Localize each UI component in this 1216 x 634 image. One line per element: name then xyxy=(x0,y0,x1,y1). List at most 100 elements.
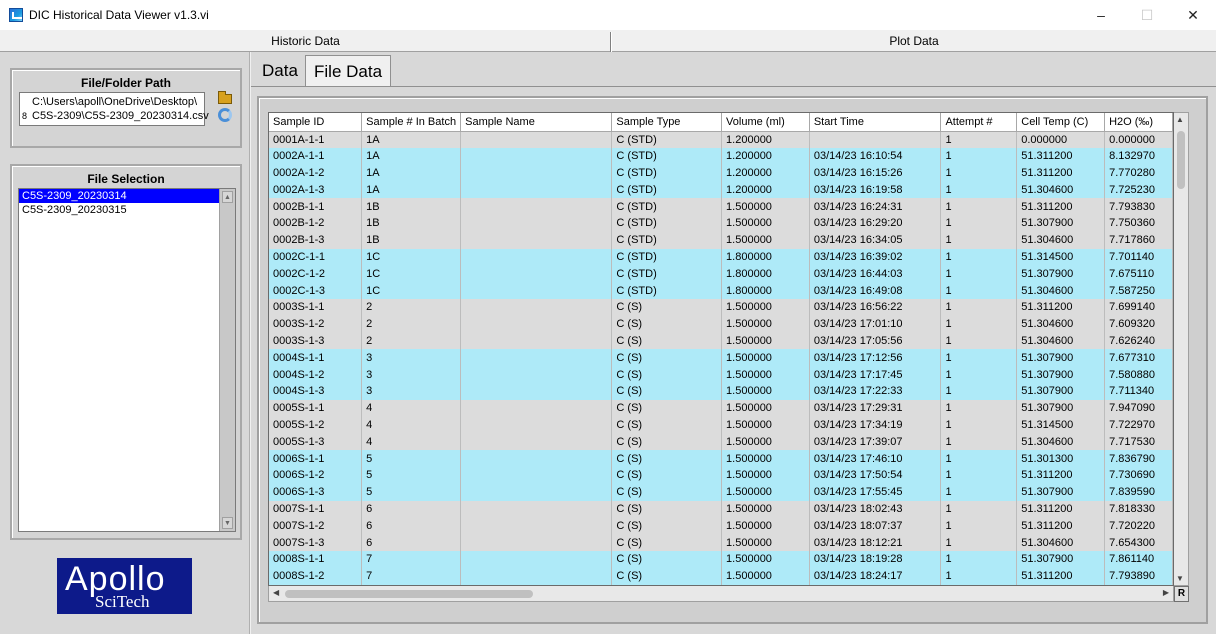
table-cell: 7.699140 xyxy=(1104,298,1173,316)
table-cell: 1 xyxy=(940,147,1018,165)
maximize-button[interactable]: ☐ xyxy=(1124,0,1170,30)
table-row[interactable]: 0002B-1-1 1B C (STD) 1.500000 03/14/23 16:24… xyxy=(269,198,1173,215)
table-row[interactable]: 0008S-1-1 7 C (S) 1.500000 03/14/23 18:19:28… xyxy=(269,550,1173,568)
col-header-h2o[interactable]: H2O (‰) xyxy=(1104,113,1173,132)
table-cell: 1A xyxy=(361,164,462,182)
scroll-down-icon[interactable]: ▼ xyxy=(222,517,233,529)
table-cell: 03/14/23 16:24:31 xyxy=(809,198,942,215)
file-folder-path-group: File/Folder Path 8 C:\Users\apoll\OneDri… xyxy=(10,68,242,148)
minimize-button[interactable]: – xyxy=(1078,0,1124,30)
table-cell: 1 xyxy=(940,366,1018,383)
table-cell: 51.307900 xyxy=(1016,550,1106,568)
table-cell: 51.307900 xyxy=(1016,265,1106,283)
table-cell: 51.304600 xyxy=(1016,534,1106,551)
table-row[interactable]: 0003S-1-1 2 C (S) 1.500000 03/14/23 16:56:22… xyxy=(269,298,1173,316)
tab-historic-data[interactable]: Historic Data xyxy=(0,30,611,52)
table-cell: 7.793830 xyxy=(1104,198,1173,215)
file-path-input[interactable]: 8 C:\Users\apoll\OneDrive\Desktop\ C5S-2… xyxy=(19,92,209,126)
table-row[interactable]: 0001A-1-1 1A C (STD) 1.200000 1 0.000000 0.000… xyxy=(269,131,1173,148)
table-row[interactable]: 0002B-1-3 1B C (STD) 1.500000 03/14/23 16:34… xyxy=(269,231,1173,249)
col-header-volume[interactable]: Volume (ml) xyxy=(721,113,810,132)
table-row[interactable]: 0007S-1-3 6 C (S) 1.500000 03/14/23 18:12:21… xyxy=(269,534,1173,551)
browse-folder-button[interactable] xyxy=(216,91,234,105)
col-header-sample-type[interactable]: Sample Type xyxy=(611,113,723,132)
scroll-down-icon[interactable]: ▼ xyxy=(1176,574,1184,583)
col-header-sample-name[interactable]: Sample Name xyxy=(460,113,613,132)
table-cell: 03/14/23 16:34:05 xyxy=(809,231,942,249)
table-row[interactable]: 0005S-1-2 4 C (S) 1.500000 03/14/23 17:34:19… xyxy=(269,416,1173,434)
table-row[interactable]: 0008S-1-2 7 C (S) 1.500000 03/14/23 18:24:17… xyxy=(269,567,1173,585)
table-cell xyxy=(460,399,613,417)
table-cell: 1.800000 xyxy=(721,248,810,266)
vertical-scroll-thumb[interactable] xyxy=(1177,131,1185,189)
table-cell xyxy=(460,366,613,383)
table-row[interactable]: 0002C-1-1 1C C (STD) 1.800000 03/14/23 16:39… xyxy=(269,248,1173,266)
refresh-icon[interactable] xyxy=(218,108,232,122)
table-row[interactable]: 0002B-1-2 1B C (STD) 1.500000 03/14/23 16:29… xyxy=(269,214,1173,232)
table-cell: 1.500000 xyxy=(721,231,810,249)
table-cell: 5 xyxy=(361,466,462,484)
table-cell xyxy=(460,433,613,451)
file-path-line-2: C5S-2309\C5S-2309_20230314.csv xyxy=(32,110,209,122)
table-cell: 1 xyxy=(940,550,1018,568)
table-cell: 03/14/23 17:34:19 xyxy=(809,416,942,434)
table-cell: 0002B-1-2 xyxy=(269,214,363,232)
table-row[interactable]: 0007S-1-2 6 C (S) 1.500000 03/14/23 18:07:37… xyxy=(269,517,1173,535)
table-row[interactable]: 0004S-1-3 3 C (S) 1.500000 03/14/23 17:22:33… xyxy=(269,382,1173,400)
table-horizontal-scrollbar[interactable]: ◀ ▶ xyxy=(268,586,1174,602)
horizontal-scroll-thumb[interactable] xyxy=(285,590,533,598)
table-cell: 1.500000 xyxy=(721,534,810,551)
table-row[interactable]: 0006S-1-3 5 C (S) 1.500000 03/14/23 17:55:45… xyxy=(269,483,1173,501)
table-header-row: Sample ID Sample # In Batch Sample Name … xyxy=(269,113,1173,132)
tab-file-data[interactable]: File Data xyxy=(305,55,392,87)
tab-plot-data[interactable]: Plot Data xyxy=(612,30,1216,52)
scroll-right-icon[interactable]: ▶ xyxy=(1163,588,1169,597)
table-row[interactable]: 0005S-1-1 4 C (S) 1.500000 03/14/23 17:29:31… xyxy=(269,399,1173,417)
table-row[interactable]: 0002C-1-3 1C C (STD) 1.800000 03/14/23 16:49… xyxy=(269,282,1173,299)
table-cell: 1 xyxy=(940,500,1018,518)
table-row[interactable]: 0002C-1-2 1C C (STD) 1.800000 03/14/23 16:44… xyxy=(269,265,1173,283)
table-cell: 1.500000 xyxy=(721,198,810,215)
r-button[interactable]: R xyxy=(1174,586,1189,602)
file-selection-list[interactable]: C5S-2309_20230314 C5S-2309_20230315 ▲ ▼ xyxy=(18,188,236,532)
file-list-item[interactable]: C5S-2309_20230314 xyxy=(19,189,219,203)
table-cell: 03/14/23 18:24:17 xyxy=(809,567,942,585)
table-cell: 1 xyxy=(940,399,1018,417)
table-row[interactable]: 0004S-1-1 3 C (S) 1.500000 03/14/23 17:12:56… xyxy=(269,349,1173,367)
col-header-cell-temp[interactable]: Cell Temp (C) xyxy=(1016,113,1106,132)
table-row[interactable]: 0004S-1-2 3 C (S) 1.500000 03/14/23 17:17:45… xyxy=(269,366,1173,383)
col-header-sample-id[interactable]: Sample ID xyxy=(269,113,363,132)
col-header-attempt[interactable]: Attempt # xyxy=(940,113,1018,132)
tab-data[interactable]: Data xyxy=(254,56,306,86)
table-cell: C (S) xyxy=(611,567,723,585)
table-cell: 1 xyxy=(940,349,1018,367)
table-cell: 1 xyxy=(940,298,1018,316)
table-row[interactable]: 0002A-1-2 1A C (STD) 1.200000 03/14/23 16:15… xyxy=(269,164,1173,182)
file-data-table[interactable]: Sample ID Sample # In Batch Sample Name … xyxy=(268,112,1174,586)
scroll-left-icon[interactable]: ◀ xyxy=(273,588,279,597)
table-row[interactable]: 0006S-1-1 5 C (S) 1.500000 03/14/23 17:46:10… xyxy=(269,450,1173,467)
table-cell: 7.947090 xyxy=(1104,399,1173,417)
close-button[interactable]: ✕ xyxy=(1170,0,1216,30)
table-cell: 51.304600 xyxy=(1016,332,1106,350)
file-list-scrollbar[interactable]: ▲ ▼ xyxy=(219,189,235,531)
col-header-start-time[interactable]: Start Time xyxy=(809,113,942,132)
table-cell: 51.301300 xyxy=(1016,450,1106,467)
col-header-sample-number-in-batch[interactable]: Sample # In Batch xyxy=(361,113,462,132)
file-selection-group: File Selection C5S-2309_20230314 C5S-230… xyxy=(10,164,242,540)
table-cell: 4 xyxy=(361,399,462,417)
table-row[interactable]: 0005S-1-3 4 C (S) 1.500000 03/14/23 17:39:07… xyxy=(269,433,1173,451)
file-list-item[interactable]: C5S-2309_20230315 xyxy=(19,203,219,217)
table-cell: C (S) xyxy=(611,416,723,434)
table-row[interactable]: 0002A-1-3 1A C (STD) 1.200000 03/14/23 16:19… xyxy=(269,181,1173,199)
table-row[interactable]: 0003S-1-3 2 C (S) 1.500000 03/14/23 17:05:56… xyxy=(269,332,1173,350)
table-cell: 1A xyxy=(361,147,462,165)
table-row[interactable]: 0006S-1-2 5 C (S) 1.500000 03/14/23 17:50:54… xyxy=(269,466,1173,484)
table-row[interactable]: 0007S-1-1 6 C (S) 1.500000 03/14/23 18:02:43… xyxy=(269,500,1173,518)
table-row[interactable]: 0002A-1-1 1A C (STD) 1.200000 03/14/23 16:10… xyxy=(269,147,1173,165)
scroll-up-icon[interactable]: ▲ xyxy=(222,191,233,203)
scroll-up-icon[interactable]: ▲ xyxy=(1176,115,1184,124)
table-row[interactable]: 0003S-1-2 2 C (S) 1.500000 03/14/23 17:01:10… xyxy=(269,315,1173,333)
table-cell: 0.000000 xyxy=(1016,131,1106,148)
table-vertical-scrollbar[interactable]: ▲ ▼ xyxy=(1174,112,1189,586)
